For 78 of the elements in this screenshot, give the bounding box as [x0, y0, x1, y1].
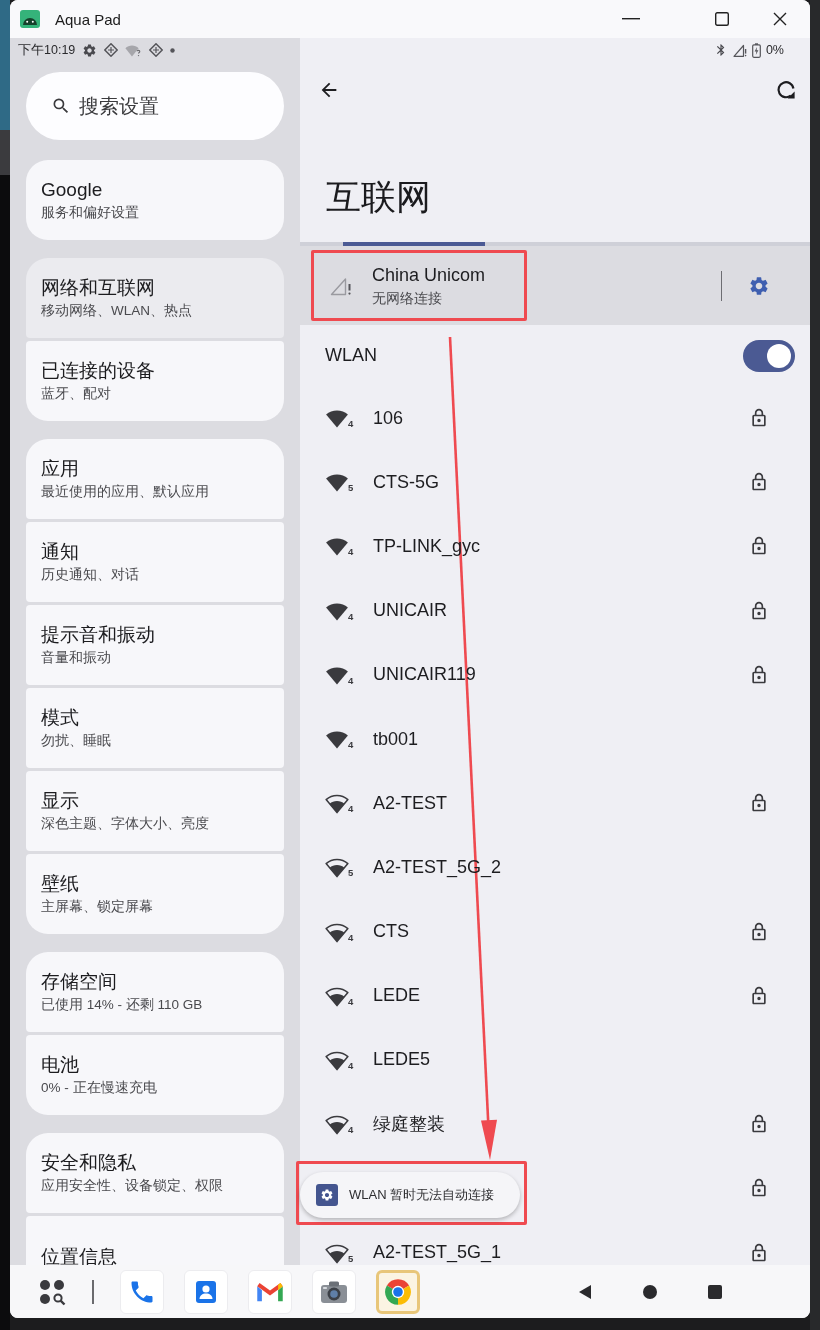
camera-icon: [320, 1279, 348, 1304]
settings-item[interactable]: 已连接的设备 蓝牙、配对: [26, 341, 284, 421]
recents-square-icon: [708, 1284, 722, 1299]
wifi-band-label: 4: [348, 547, 354, 558]
settings-item[interactable]: 通知 历史通知、对话: [26, 522, 284, 602]
network-name[interactable]: tb001: [373, 728, 419, 750]
dot-icon: [170, 47, 176, 53]
settings-item[interactable]: 提示音和振动 音量和振动: [26, 605, 284, 685]
wlan-label: WLAN: [325, 345, 377, 366]
network-name[interactable]: CTS: [373, 921, 409, 943]
battery-percent: 0%: [765, 42, 784, 58]
android-app-icon: [20, 10, 40, 28]
settings-item[interactable]: 壁纸 主屏幕、锁定屏幕: [26, 854, 284, 934]
wifi-band-label: 4: [348, 419, 354, 430]
network-name[interactable]: 绿庭整装: [373, 1112, 445, 1137]
toast-text: WLAN 暂时无法自动连接: [349, 1186, 495, 1204]
page-title: 互联网: [326, 177, 431, 217]
settings-item[interactable]: 模式 勿扰、睡眠: [26, 688, 284, 768]
settings-item[interactable]: 应用 最近使用的应用、默认应用: [26, 439, 284, 519]
network-name[interactable]: UNICAIR: [373, 600, 447, 622]
home-circle-icon: [642, 1283, 658, 1300]
network-name[interactable]: LEDE: [373, 985, 421, 1007]
mail-icon: [256, 1280, 284, 1303]
wifi-band-label: 4: [348, 740, 354, 751]
settings-icon: [316, 1184, 338, 1206]
browser-icon: [384, 1277, 412, 1306]
battery-charging-icon: [751, 42, 761, 58]
apps-search-icon: [38, 1277, 66, 1306]
network-name[interactable]: 106: [373, 407, 404, 429]
window-title: Aqua Pad: [55, 10, 121, 28]
contacts-app-button[interactable]: [184, 1269, 228, 1314]
settings-item[interactable]: Google 服务和偏好设置: [26, 160, 284, 240]
wifi-band-label: 5: [348, 1253, 354, 1264]
search-icon: [51, 96, 71, 116]
wifi-band-label: 4: [348, 611, 354, 622]
maximize-icon: [715, 12, 729, 26]
wifi-band-label: 4: [348, 996, 354, 1007]
refresh-icon: [775, 79, 797, 101]
close-icon: [773, 12, 787, 26]
diamond-icon: [104, 43, 119, 57]
signal-alert-icon: [732, 43, 747, 57]
camera-app-button[interactable]: [312, 1269, 356, 1314]
minimize-icon: [622, 18, 640, 20]
network-name: China Unicom: [372, 264, 486, 286]
refresh-button[interactable]: [774, 78, 798, 102]
wifi-band-label: 4: [348, 1125, 354, 1136]
status-time: 下午10:19: [18, 42, 76, 58]
network-name[interactable]: LEDE5: [373, 1049, 431, 1071]
wifi-band-label: 5: [348, 483, 354, 494]
settings-item[interactable]: 电池 0% - 正在慢速充电: [26, 1035, 284, 1115]
settings-icon: [82, 42, 98, 58]
mail-app-button[interactable]: [248, 1269, 292, 1314]
wlan-switch[interactable]: [743, 339, 795, 372]
wifi-band-label: 4: [348, 1060, 354, 1071]
network-name[interactable]: A2-TEST_5G_1: [373, 1242, 502, 1264]
back-triangle-icon: [578, 1283, 592, 1300]
settings-item[interactable]: 位置信息: [26, 1216, 284, 1265]
network-name[interactable]: CTS-5G: [373, 471, 439, 493]
mobile-network-row[interactable]: China Unicom 无网络连接: [300, 246, 810, 325]
search-field[interactable]: 搜索设置: [26, 72, 284, 140]
settings-icon: [748, 274, 770, 297]
wifi-band-label: 4: [348, 932, 354, 943]
settings-item[interactable]: 安全和隐私 应用安全性、设备锁定、权限: [26, 1133, 284, 1213]
signal-alert-icon: [330, 275, 352, 296]
wifi-band-label: 5: [348, 868, 354, 879]
wifi-band-label: 4: [348, 804, 354, 815]
wifi-band-label: 4: [348, 675, 354, 686]
browser-app-button[interactable]: [376, 1269, 420, 1314]
diamond-icon: [149, 43, 164, 57]
settings-item[interactable]: 显示 深色主题、字体大小、亮度: [26, 771, 284, 851]
settings-item[interactable]: 存储空间 已使用 14% - 还剩 110 GB: [26, 952, 284, 1032]
settings-item[interactable]: 网络和互联网 移动网络、WLAN、热点: [26, 258, 284, 338]
phone-app-button[interactable]: [120, 1269, 164, 1314]
network-name[interactable]: A2-TEST: [373, 792, 447, 814]
network-status: 无网络连接: [372, 289, 443, 307]
contacts-icon: [193, 1278, 219, 1305]
wifi-question-icon: [125, 43, 143, 57]
app-launcher-button[interactable]: [38, 1277, 66, 1306]
